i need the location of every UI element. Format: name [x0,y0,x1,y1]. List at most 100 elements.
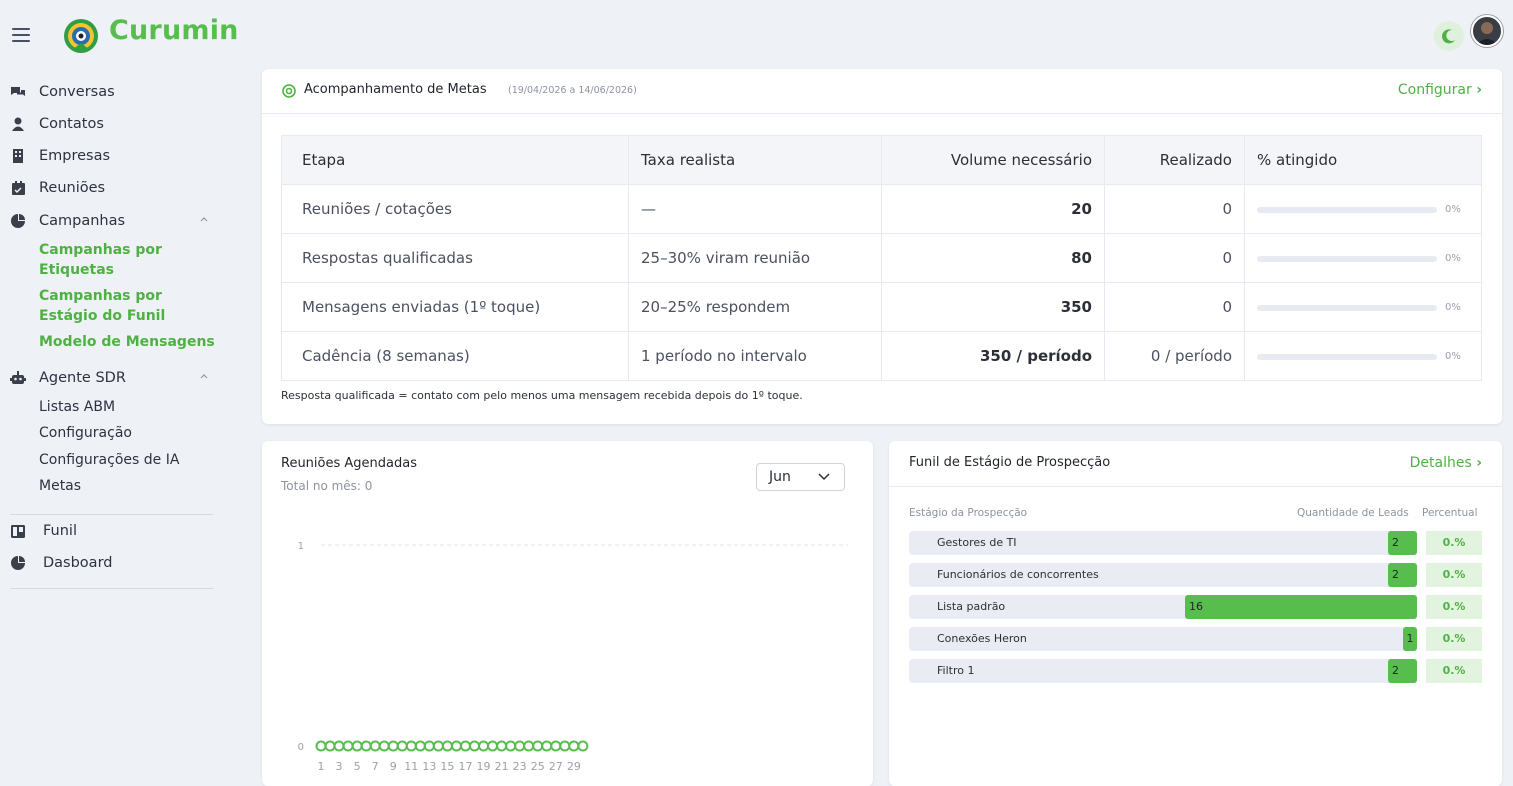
data-point [441,740,453,752]
x-tick-label: 3 [336,760,343,773]
column-header: Estágio da Prospecção [909,507,1028,519]
funnel-count: 2 [1392,536,1399,549]
data-point [333,740,345,752]
theme-toggle[interactable] [1434,21,1464,51]
avatar[interactable] [1471,15,1503,47]
funnel-count: 2 [1392,568,1399,581]
robot-icon [10,370,26,386]
funnel-stage-name: Lista padrão [937,600,1006,613]
funnel-stage-name: Conexões Heron [937,632,1027,645]
funnel-row[interactable]: Conexões Heron 1 0.% [909,627,1482,651]
user-icon [10,116,26,132]
table-header-row: Etapa Taxa realista Volume necessário Re… [281,135,1482,185]
data-point [360,740,372,752]
sidebar-item-agente-sdr[interactable]: Agente SDR [10,366,126,390]
column-header: Quantidade de Leads [1297,507,1409,519]
x-tick-label: 23 [513,760,527,773]
x-tick-label: 5 [354,760,361,773]
calendar-icon [10,180,26,196]
data-point [378,740,390,752]
table-row: Mensagens enviadas (1º toque) 20–25% resp… [281,282,1482,332]
funnel-row[interactable]: Filtro 1 2 0.% [909,659,1482,683]
funnel-percent: 0.% [1426,595,1482,619]
column-header: % atingido [1244,135,1482,185]
progress-bar [1257,206,1437,213]
sidebar-item-label: Agente SDR [39,370,126,386]
funnel-stage-name: Funcionários de concorrentes [937,568,1099,581]
funnel-percent: 0.% [1426,531,1482,555]
y-tick-label: 1 [298,541,304,552]
meetings-line-chart: 011 3 5 7 9 11 13 15 17 19 21 23 25 27 29 [298,541,848,773]
cell-realizado: 0 [1104,282,1245,332]
funnel-row[interactable]: Gestores de TI 2 0.% [909,531,1482,555]
sidebar-item-funil[interactable]: Funil [10,519,77,543]
column-header: Realizado [1104,135,1245,185]
sidebar-item-label: Conversas [39,84,115,100]
goals-footnote: Resposta qualificada = contato com pelo … [281,389,803,402]
x-tick-label: 15 [440,760,454,773]
progress-percent: 0% [1445,204,1461,215]
data-point [414,740,426,752]
cell-progress: 0% [1244,331,1482,381]
sidebar-item-label: Campanhas [39,213,126,229]
chevron-up-icon[interactable] [199,371,209,381]
cell-progress: 0% [1244,282,1482,332]
sidebar-subitem-configuracoes-ia[interactable]: Configurações de IA [39,450,179,470]
x-tick-label: 21 [495,760,509,773]
data-point [577,740,589,752]
goals-card: Acompanhamento de Metas (19/04/2026 a 14… [262,69,1502,424]
cell-volume: 350 / período [881,331,1105,381]
goals-card-header: Acompanhamento de Metas (19/04/2026 a 14… [262,69,1502,114]
x-tick-label: 27 [549,760,563,773]
data-point [351,740,363,752]
cell-realizado: 0 / período [1104,331,1245,381]
sidebar-subitem-campanhas-etiquetas[interactable]: Campanhas por Etiquetas [39,240,189,280]
funnel-row[interactable]: Lista padrão 16 0.% [909,595,1482,619]
x-tick-label: 29 [567,760,581,773]
funnel-count: 16 [1189,600,1203,613]
data-point [496,740,508,752]
progress-percent: 0% [1445,351,1461,362]
sidebar-item-contatos[interactable]: Contatos [10,112,104,136]
data-point [523,740,535,752]
data-point [315,740,327,752]
sidebar-subitem-campanhas-funil[interactable]: Campanhas por Estágio do Funil [39,286,209,326]
funnel-track [909,659,1417,683]
menu-icon[interactable] [12,28,30,42]
funnel-stage-name: Gestores de TI [937,536,1017,549]
sidebar-divider [10,588,213,589]
sidebar-item-reunioes[interactable]: Reuniões [10,176,105,200]
data-point [450,740,462,752]
data-point [387,740,399,752]
brand-name: Curumin [109,15,239,46]
sidebar-item-campanhas[interactable]: Campanhas [10,209,125,233]
sidebar-subitem-listas-abm[interactable]: Listas ABM [39,397,115,417]
funnel-stage-name: Filtro 1 [937,664,975,677]
chevron-up-icon[interactable] [199,214,209,224]
data-point [459,740,471,752]
details-link[interactable]: Detalhes › [1410,455,1482,471]
chevron-right-icon: › [1476,455,1482,471]
sidebar-item-label: Empresas [39,148,111,164]
cell-progress: 0% [1244,233,1482,283]
cell-etapa: Mensagens enviadas (1º toque) [281,282,629,332]
sidebar-item-dashboard[interactable]: Dasboard [10,551,112,575]
sidebar-subitem-configuracao[interactable]: Configuração [39,423,132,443]
sidebar-subitem-modelo-mensagens[interactable]: Modelo de Mensagens [39,332,215,352]
sidebar-item-empresas[interactable]: Empresas [10,144,110,168]
cell-realizado: 0 [1104,184,1245,234]
data-point [405,740,417,752]
building-icon [10,148,26,164]
x-tick-label: 11 [404,760,418,773]
funnel-count: 2 [1392,664,1399,677]
data-point [514,740,526,752]
meetings-card: Reuniões Agendadas Total no mês: 0 Jun 0… [262,441,873,786]
funnel-percent: 0.% [1426,659,1482,683]
funnel-percent: 0.% [1426,563,1482,587]
y-tick-label: 0 [298,742,304,753]
funnel-row[interactable]: Funcionários de concorrentes 2 0.% [909,563,1482,587]
configure-link[interactable]: Configurar › [1398,82,1482,98]
sidebar-subitem-metas[interactable]: Metas [39,476,81,496]
sidebar-item-conversas[interactable]: Conversas [10,80,115,104]
data-point [324,740,336,752]
